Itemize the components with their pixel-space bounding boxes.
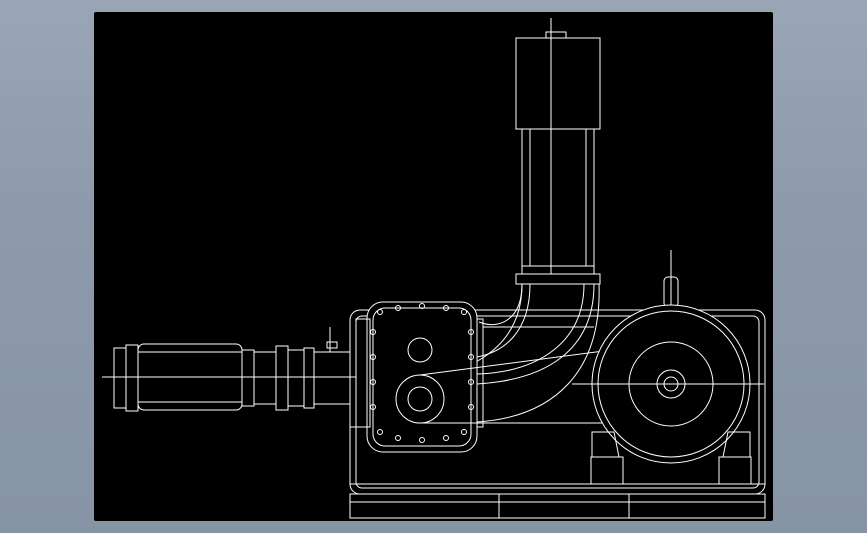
cad-viewport[interactable]	[94, 12, 773, 521]
elbow-pipe	[456, 283, 600, 423]
drive-wheel	[572, 250, 764, 485]
cad-drawing	[102, 18, 766, 519]
vertical-silencer	[515, 18, 601, 285]
blower-casing	[355, 301, 484, 453]
inlet-pipe	[102, 327, 356, 412]
